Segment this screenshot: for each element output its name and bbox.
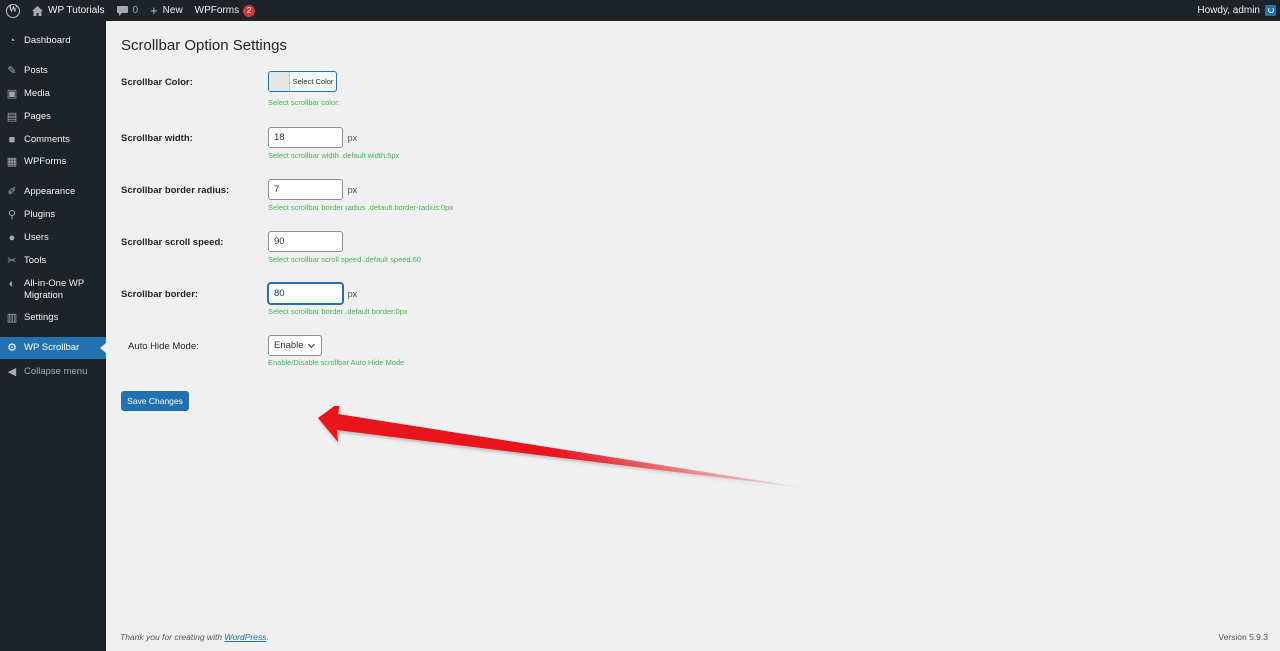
gear-icon: ⚙	[7, 342, 17, 354]
autohide-hint: Enable/Disable scrollbar Auto Hide Mode	[268, 358, 405, 367]
wordpress-logo-icon	[6, 3, 20, 18]
select-color-label: Select Color	[292, 77, 334, 86]
sidebar-item-label: All-in-One WP Migration	[24, 278, 85, 301]
plugin-icon: ⚲	[7, 209, 17, 221]
speed-hint: Select scrollbar scroll speed .default s…	[268, 255, 422, 264]
comment-bubble-icon	[116, 5, 128, 16]
pages-icon: ▤	[6, 111, 18, 123]
width-label: Scrollbar width:	[121, 133, 193, 144]
plus-icon: +	[150, 2, 158, 18]
comments-count: 0	[132, 5, 139, 16]
width-hint: Select scrollbar width .default width:5p…	[268, 151, 400, 160]
pin-icon: ✎	[7, 65, 17, 77]
sidebar-item-label: Tools	[24, 255, 47, 266]
wp-logo-menu[interactable]	[0, 0, 26, 21]
wpforms-link[interactable]: WPForms 2	[189, 0, 261, 21]
site-name: WP Tutorials	[48, 5, 105, 16]
sidebar-item-label: Users	[24, 232, 49, 243]
autohide-value: Enable	[274, 340, 304, 351]
new-label: New	[162, 5, 183, 16]
radius-hint: Select scrollbar border radius .default …	[268, 203, 454, 212]
sidebar-item-appearance[interactable]: ✐ Appearance	[0, 186, 106, 198]
home-icon	[32, 5, 43, 16]
radius-label: Scrollbar border radius:	[121, 185, 230, 196]
sidebar-item-label: Pages	[24, 111, 51, 122]
sidebar-item-settings[interactable]: ▥ Settings	[0, 312, 106, 324]
sidebar-item-label: Settings	[24, 312, 59, 323]
width-input[interactable]: 18	[268, 127, 343, 148]
border-hint: Select scrollbar border .default border:…	[268, 307, 408, 316]
radius-unit: px	[347, 184, 358, 195]
sidebar-item-label: Comments	[24, 134, 70, 145]
annotation-arrow-icon	[318, 406, 813, 489]
my-account-link[interactable]: Howdy, admin	[1191, 0, 1280, 21]
wrench-icon: ✂	[7, 255, 17, 267]
border-unit: px	[347, 288, 358, 299]
admin-bar: WP Tutorials 0 + New WPForms 2 Howdy, ad…	[0, 0, 1280, 21]
sidebar-item-wp-scrollbar[interactable]: ⚙ WP Scrollbar	[0, 337, 106, 359]
footer-thanks: Thank you for creating with WordPress.	[120, 632, 269, 642]
howdy-text: Howdy, admin	[1197, 5, 1260, 16]
color-swatch	[269, 72, 290, 91]
comments-link[interactable]: 0	[111, 0, 145, 21]
sidebar-item-comments[interactable]: ■ Comments	[0, 134, 106, 146]
sidebar-item-label: Plugins	[24, 209, 56, 220]
media-icon: ▣	[6, 88, 18, 100]
width-unit: px	[347, 132, 358, 143]
border-label: Scrollbar border:	[121, 289, 199, 300]
brush-icon: ✐	[7, 186, 17, 198]
autohide-select[interactable]: Enable	[268, 335, 322, 356]
sidebar-item-migration[interactable]: ◐ All-in-One WP Migration	[0, 278, 106, 302]
save-changes-button[interactable]: Save Changes	[121, 391, 189, 411]
radius-input[interactable]: 7	[268, 179, 343, 200]
sidebar-item-plugins[interactable]: ⚲ Plugins	[0, 209, 106, 221]
dashboard-icon: ◔	[8, 35, 16, 47]
sidebar-item-wpforms[interactable]: ▦ WPForms	[0, 156, 106, 168]
settings-icon: ▥	[6, 312, 18, 324]
wordpress-link[interactable]: WordPress	[224, 632, 266, 642]
footer-version: Version 5.9.3	[1218, 632, 1268, 642]
sidebar-item-posts[interactable]: ✎ Posts	[0, 65, 106, 77]
collapse-icon: ◀	[7, 366, 17, 378]
sidebar-item-pages[interactable]: ▤ Pages	[0, 111, 106, 123]
sidebar-item-label: WP Scrollbar	[24, 342, 80, 353]
wpforms-badge: 2	[243, 4, 256, 17]
color-picker: Select Color	[268, 71, 337, 92]
sidebar-item-label: Collapse menu	[24, 366, 88, 377]
page-title: Scrollbar Option Settings	[121, 37, 287, 54]
sidebar-item-label: Posts	[24, 65, 48, 76]
new-content-link[interactable]: + New	[144, 0, 189, 21]
speed-input[interactable]: 90	[268, 231, 343, 252]
color-label: Scrollbar Color:	[121, 77, 193, 88]
comment-icon: ■	[8, 134, 16, 146]
border-input[interactable]: 80	[268, 283, 343, 304]
sidebar-item-label: Media	[24, 88, 50, 99]
chevron-down-icon	[307, 340, 316, 349]
sidebar-item-users[interactable]: ● Users	[0, 232, 106, 244]
site-name-link[interactable]: WP Tutorials	[26, 0, 111, 21]
avatar	[1265, 5, 1276, 16]
collapse-menu-button[interactable]: ◀ Collapse menu	[0, 366, 106, 378]
speed-label: Scrollbar scroll speed:	[121, 237, 224, 248]
sidebar-item-media[interactable]: ▣ Media	[0, 88, 106, 100]
user-icon: ●	[8, 232, 16, 244]
sidebar-item-label: Dashboard	[24, 35, 71, 46]
autohide-label: Auto Hide Mode:	[128, 341, 199, 352]
sidebar-item-label: Appearance	[24, 186, 76, 197]
main-content: Scrollbar Option Settings Scrollbar Colo…	[106, 21, 1280, 651]
admin-sidebar: ◔ Dashboard ✎ Posts ▣ Media ▤ Pages ■ Co…	[0, 21, 106, 651]
sidebar-item-label: WPForms	[24, 156, 67, 167]
wpforms-label: WPForms	[194, 5, 240, 16]
forms-icon: ▦	[6, 156, 18, 168]
select-color-button[interactable]: Select Color	[268, 71, 337, 92]
sidebar-item-tools[interactable]: ✂ Tools	[0, 255, 106, 267]
sidebar-item-dashboard[interactable]: ◔ Dashboard	[0, 35, 106, 47]
color-hint: Select scrollbar color:	[268, 98, 340, 107]
migration-icon: ◐	[8, 278, 16, 290]
